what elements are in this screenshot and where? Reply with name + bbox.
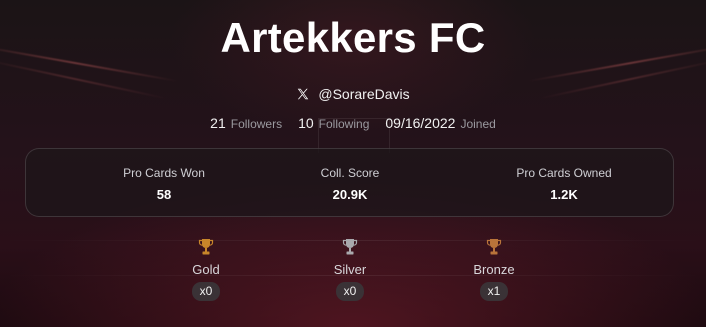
joined-stat: 09/16/2022 Joined <box>385 115 495 131</box>
x-logo-icon <box>298 88 309 100</box>
profile-stats: 21 Followers 10 Following 09/16/2022 Joi… <box>0 115 706 131</box>
followers-label: Followers <box>230 117 283 131</box>
following-stat[interactable]: 10 Following <box>298 115 369 131</box>
followers-stat[interactable]: 21 Followers <box>210 115 282 131</box>
social-handle-link[interactable]: @SorareDavis <box>0 86 706 102</box>
collection-score-stat: Coll. Score 20.9K <box>250 166 450 202</box>
joined-date: 09/16/2022 <box>385 115 456 131</box>
club-name: Artekkers FC <box>220 14 486 61</box>
collection-summary-card: Pro Cards Won 58 Coll. Score 20.9K Pro C… <box>25 148 674 217</box>
collection-score-value: 20.9K <box>332 187 368 202</box>
pro-cards-won-label: Pro Cards Won <box>123 166 205 180</box>
following-count: 10 <box>298 115 314 131</box>
trophy-bronze: Bronze x1 <box>454 238 534 301</box>
following-label: Following <box>318 117 370 131</box>
collection-score-label: Coll. Score <box>320 166 380 180</box>
trophy-bronze-icon <box>486 239 502 255</box>
trophy-gold-count: x0 <box>191 282 221 301</box>
pro-cards-owned-stat: Pro Cards Owned 1.2K <box>464 166 664 202</box>
pro-cards-owned-label: Pro Cards Owned <box>516 166 612 180</box>
followers-count: 21 <box>210 115 226 131</box>
trophy-silver: Silver x0 <box>310 238 390 301</box>
pro-cards-owned-value: 1.2K <box>550 187 578 202</box>
trophy-bronze-label: Bronze <box>473 262 515 277</box>
social-handle-text: @SorareDavis <box>318 86 410 102</box>
trophy-gold: Gold x0 <box>166 238 246 301</box>
pro-cards-won-value: 58 <box>156 187 172 202</box>
trophy-gold-label: Gold <box>192 262 220 277</box>
joined-label: Joined <box>460 117 496 131</box>
trophy-gold-icon <box>198 239 214 255</box>
trophy-silver-label: Silver <box>333 262 367 277</box>
pro-cards-won-stat: Pro Cards Won 58 <box>64 166 264 202</box>
trophy-silver-icon <box>342 239 358 255</box>
profile-page: Artekkers FC @SorareDavis 21 Followers 1… <box>0 0 706 327</box>
trophy-silver-count: x0 <box>335 282 365 301</box>
trophy-bronze-count: x1 <box>479 282 509 301</box>
